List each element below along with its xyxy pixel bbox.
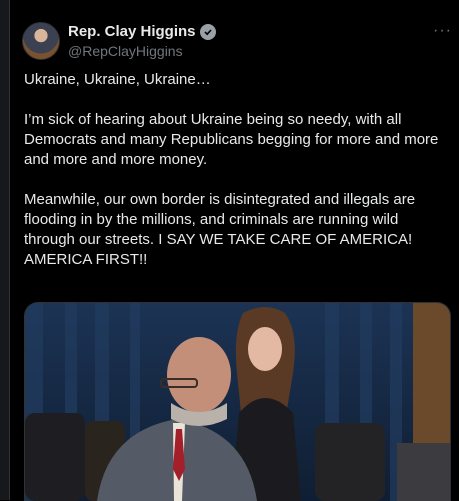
tweet-paragraph: Ukraine, Ukraine, Ukraine… [24, 71, 211, 88]
media-photo [25, 303, 450, 501]
verified-badge-icon [199, 23, 216, 40]
more-options-icon[interactable]: ··· [433, 22, 452, 40]
tweet-header: Rep. Clay Higgins @RepClayHiggins ··· [22, 22, 452, 62]
tweet-media-image[interactable] [24, 302, 451, 501]
tweet-paragraph: I’m sick of hearing about Ukraine being … [24, 111, 439, 168]
tweet-card[interactable]: Rep. Clay Higgins @RepClayHiggins ··· Uk… [10, 0, 459, 501]
sidebar-edge [0, 0, 10, 500]
avatar[interactable] [22, 22, 60, 60]
tweet-paragraph: Meanwhile, our own border is disintegrat… [24, 191, 416, 268]
author-display-name[interactable]: Rep. Clay Higgins [68, 23, 196, 40]
tweet-text: Ukraine, Ukraine, Ukraine… I’m sick of h… [24, 70, 449, 290]
author-name-row: Rep. Clay Higgins [68, 23, 216, 40]
author-handle[interactable]: @RepClayHiggins [68, 43, 183, 59]
